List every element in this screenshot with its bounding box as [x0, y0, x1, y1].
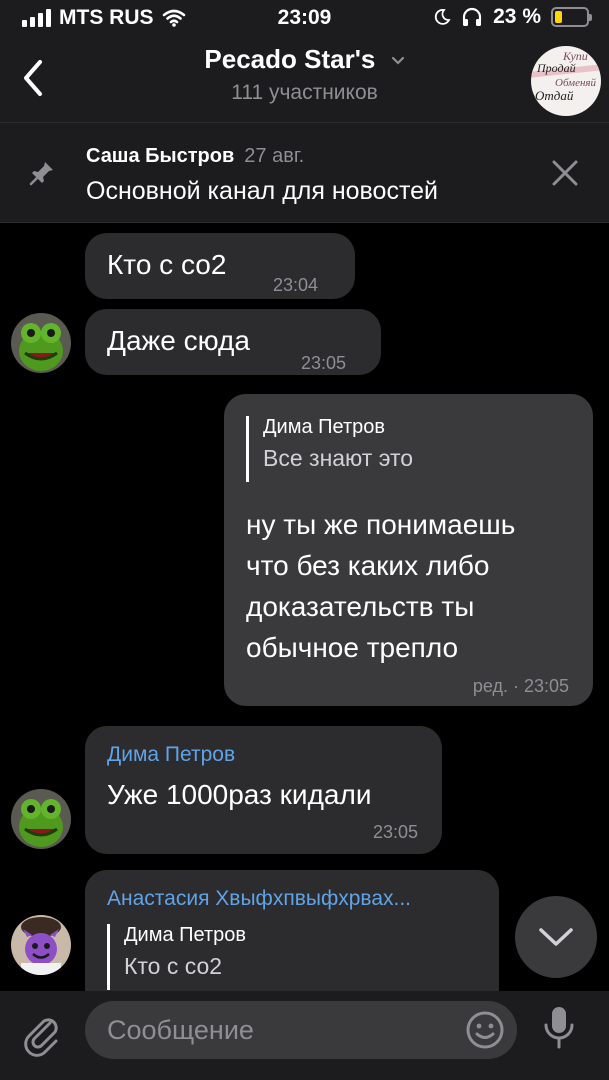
- reply-text: Кто с со2: [124, 953, 223, 979]
- pin-icon: [29, 162, 53, 186]
- sender-avatar[interactable]: [11, 313, 71, 373]
- message-bubble[interactable]: Анастасия Хвыфхпвыфхрвах... Дима Петров …: [85, 870, 499, 991]
- message-list[interactable]: Кто с со2 23:04 Даже сюда 23:05 Дима Пет…: [0, 223, 609, 991]
- frog-avatar-image: [11, 789, 71, 849]
- chat-title-block[interactable]: Pecado Star's 111 участников: [0, 44, 609, 105]
- sender-name[interactable]: Анастасия Хвыфхпвыфхрвах...: [107, 887, 411, 911]
- devil-emoji-avatar-image: [11, 915, 71, 975]
- battery-icon: [551, 7, 592, 27]
- close-icon[interactable]: [551, 159, 579, 187]
- message-text: Уже 1000раз кидали: [107, 779, 372, 810]
- message-input[interactable]: Сообщение: [85, 1001, 517, 1059]
- pinned-text: Основной канал для новостей: [86, 177, 439, 205]
- chat-header: Pecado Star's 111 участников Купи Продай…: [0, 36, 609, 123]
- members-count: 111 участников: [231, 81, 378, 104]
- message-time: 23:05: [372, 822, 418, 842]
- sticker-icon[interactable]: [465, 1010, 505, 1050]
- headphones-icon: [463, 7, 482, 26]
- reply-quote[interactable]: Дима Петров Все знают это: [246, 416, 413, 482]
- message-input-bar: Сообщение: [0, 991, 609, 1080]
- frog-avatar-image: [11, 313, 71, 373]
- reply-text: Все знают это: [263, 445, 414, 471]
- pinned-date: 27 авг.: [244, 145, 305, 167]
- reply-quote[interactable]: Дима Петров Кто с со2: [107, 924, 246, 990]
- chevron-down-icon: [539, 928, 573, 946]
- reply-author: Дима Петров: [263, 416, 386, 438]
- chat-title-text: Pecado Star's: [204, 44, 376, 74]
- sender-avatar[interactable]: [11, 789, 71, 849]
- message-bubble-outgoing[interactable]: Дима Петров Все знают это ну ты же поним…: [224, 394, 593, 706]
- reply-author: Дима Петров: [124, 924, 247, 946]
- message-time: 23:05: [301, 353, 347, 373]
- pinned-author: Саша Быстров 27 авг.: [86, 145, 304, 168]
- message-text: ну ты же понимаешь что без каких либо до…: [246, 509, 516, 663]
- message-text: Даже сюда: [107, 325, 250, 356]
- group-avatar[interactable]: Купи Продай Обменяй Отдай: [531, 46, 601, 116]
- sender-name[interactable]: Дима Петров: [107, 743, 235, 767]
- battery-percent: 23 %: [493, 5, 541, 28]
- message-input-placeholder: Сообщение: [107, 1015, 254, 1045]
- moon-icon: [434, 9, 451, 25]
- chat-title[interactable]: Pecado Star's: [0, 44, 609, 75]
- scroll-to-bottom-button[interactable]: [515, 896, 597, 978]
- message-time: 23:04: [273, 275, 319, 295]
- status-bar: MTS RUS 23:09 23 %: [0, 0, 609, 36]
- paperclip-icon[interactable]: [20, 1013, 64, 1057]
- message-bubble[interactable]: Дима Петров Уже 1000раз кидали 23:05: [85, 726, 442, 854]
- group-avatar-logo: Купи Продай Обменяй Отдай: [535, 49, 597, 103]
- sender-avatar[interactable]: [11, 915, 71, 975]
- message-time: ред. · 23:05: [472, 676, 569, 696]
- status-right: 23 %: [433, 5, 592, 29]
- chevron-down-icon: [391, 57, 404, 65]
- pinned-author-name: Саша Быстров: [86, 145, 235, 167]
- microphone-icon[interactable]: [543, 1005, 575, 1051]
- message-text: Кто с со2: [107, 249, 227, 280]
- pinned-message-bar[interactable]: Саша Быстров 27 авг. Основной канал для н…: [0, 123, 609, 223]
- svg-text:Продай: Продай: [536, 61, 576, 75]
- message-bubble[interactable]: Даже сюда 23:05: [85, 309, 381, 375]
- svg-text:Отдай: Отдай: [535, 88, 574, 103]
- message-bubble[interactable]: Кто с со2 23:04: [85, 233, 355, 299]
